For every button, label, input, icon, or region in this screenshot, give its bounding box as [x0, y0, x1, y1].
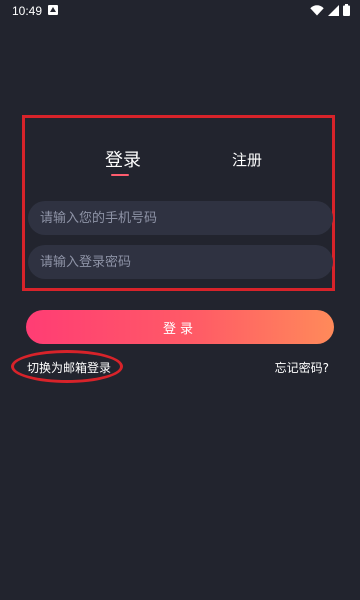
app-notification-icon	[48, 5, 58, 15]
wifi-icon	[310, 4, 324, 15]
signal-icon	[328, 4, 339, 16]
tab-register[interactable]: 注册	[232, 149, 262, 170]
login-panel: 登录 注册	[22, 115, 335, 291]
status-bar: 10:49	[0, 0, 360, 22]
battery-icon	[343, 4, 350, 16]
status-time: 10:49	[12, 4, 43, 18]
forgot-password-link[interactable]: 忘记密码?	[275, 359, 329, 376]
tab-login[interactable]: 登录	[105, 146, 141, 172]
status-icons	[310, 4, 350, 16]
tab-active-indicator	[111, 174, 129, 176]
phone-input[interactable]	[28, 201, 333, 235]
login-button[interactable]: 登录	[26, 310, 334, 344]
switch-email-login-link[interactable]: 切换为邮箱登录	[27, 359, 111, 376]
password-input[interactable]	[28, 245, 333, 279]
